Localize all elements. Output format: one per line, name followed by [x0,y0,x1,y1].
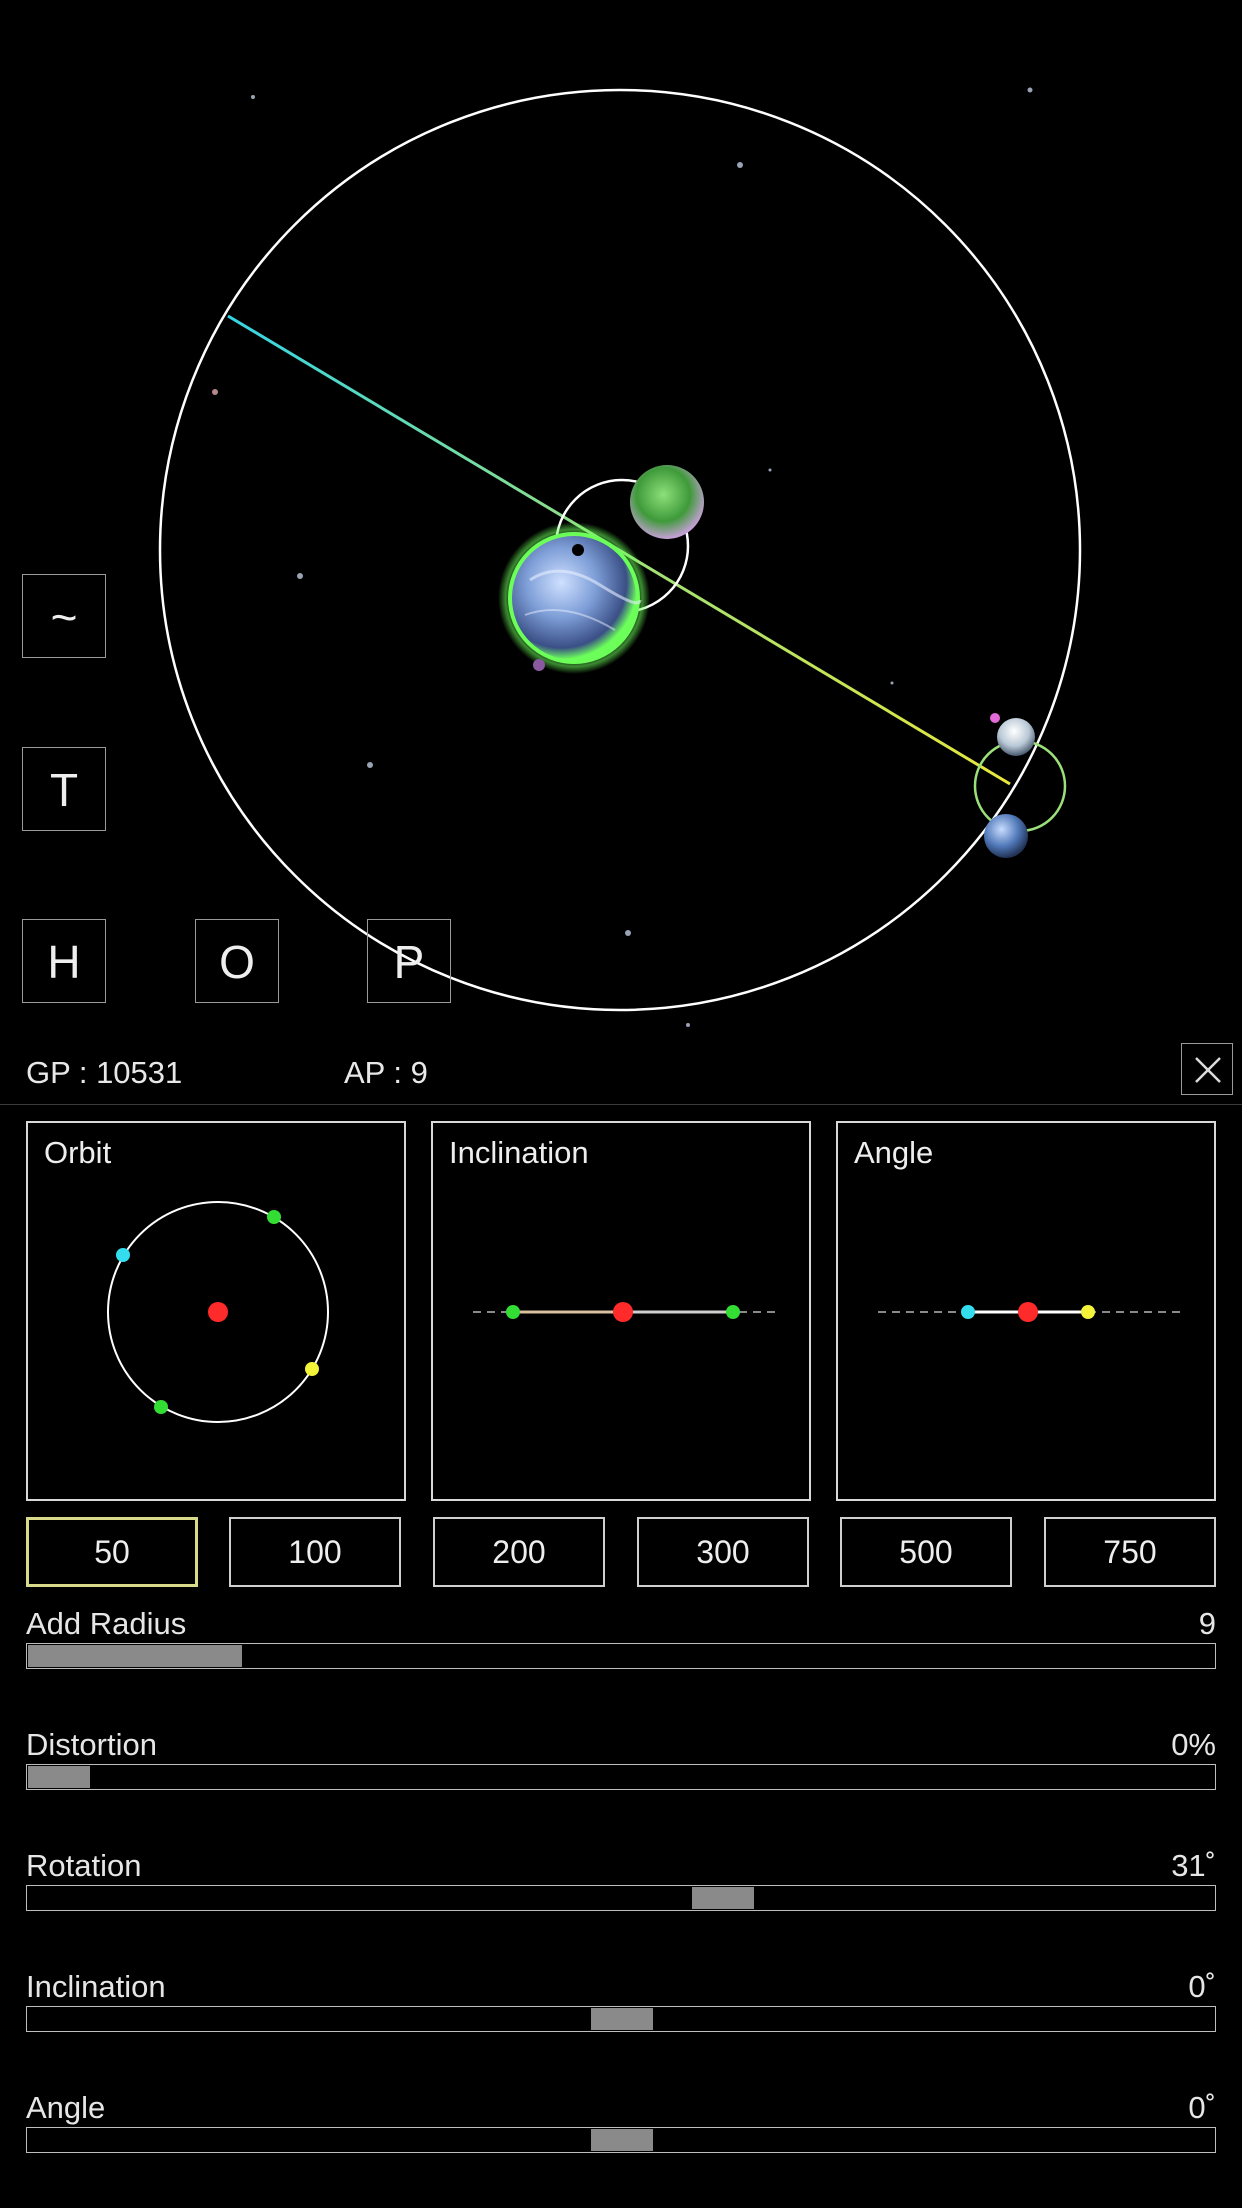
gp-counter: GP : 10531 [26,1055,183,1090]
inclination-preview [473,1302,778,1322]
inclination-panel[interactable]: Inclination [431,1121,811,1501]
p-mode-button[interactable]: P [367,919,451,1003]
dark-satellite [572,544,584,556]
angle-panel[interactable]: Angle [836,1121,1216,1501]
pink-satellite [990,713,1000,723]
distortion-value: 0% [1171,1727,1216,1762]
rotation-slider-handle[interactable] [692,1887,754,1909]
add-radius-label: Add Radius [26,1606,187,1641]
distortion-label: Distortion [26,1727,157,1762]
angle-center-marker [1018,1302,1038,1322]
orbit-green-marker [267,1210,281,1224]
angle-slider[interactable] [26,2127,1216,2153]
orbit-yellow-marker [305,1362,319,1376]
amount-100-button[interactable]: 100 [229,1517,401,1587]
add-radius-slider-handle[interactable] [28,1645,242,1667]
orbit-panel[interactable]: Orbit [26,1121,406,1501]
amount-200-button[interactable]: 200 [433,1517,605,1587]
orbit-scene [158,87,1082,1027]
angle-cyan-marker [961,1305,975,1319]
orbit-cyan-marker [116,1248,130,1262]
blue-planet [984,814,1028,858]
angle-slider-handle[interactable] [591,2129,653,2151]
inclination-label: Inclination [26,1969,166,2004]
amount-500-button[interactable]: 500 [840,1517,1012,1587]
panel-divider [0,1104,1242,1105]
angle-preview [878,1302,1183,1322]
close-button[interactable] [1181,1043,1233,1095]
angle-yellow-marker [1081,1305,1095,1319]
orbit-green-marker-2 [154,1400,168,1414]
h-mode-button[interactable]: H [22,919,106,1003]
close-icon [1195,1057,1221,1083]
rotation-slider[interactable] [26,1885,1216,1911]
amount-300-button[interactable]: 300 [637,1517,809,1587]
inclination-slider-handle[interactable] [591,2008,653,2030]
ap-counter: AP : 9 [344,1055,428,1090]
angle-value: 0˚ [1188,2090,1216,2125]
inclination-left-marker [506,1305,520,1319]
inclination-value: 0˚ [1188,1969,1216,2004]
inclination-center-marker [613,1302,633,1322]
inclination-right-marker [726,1305,740,1319]
distortion-slider-handle[interactable] [28,1766,90,1788]
purple-satellite [533,659,545,671]
rotation-value: 31˚ [1171,1848,1216,1883]
angle-label: Angle [26,2090,106,2125]
wave-mode-button[interactable]: ~ [22,574,106,658]
t-mode-button[interactable]: T [22,747,106,831]
ice-planet [997,718,1035,756]
inclination-slider[interactable] [26,2006,1216,2032]
add-radius-slider[interactable] [26,1643,1216,1669]
rotation-label: Rotation [26,1848,142,1883]
amount-750-button[interactable]: 750 [1044,1517,1216,1587]
distortion-slider[interactable] [26,1764,1216,1790]
amount-50-button[interactable]: 50 [26,1517,198,1587]
green-moon [630,465,704,539]
space-view[interactable] [0,0,1242,1040]
o-mode-button[interactable]: O [195,919,279,1003]
orbit-preview [107,1201,329,1423]
orbit-center-marker [208,1302,228,1322]
add-radius-value: 9 [1198,1606,1216,1641]
